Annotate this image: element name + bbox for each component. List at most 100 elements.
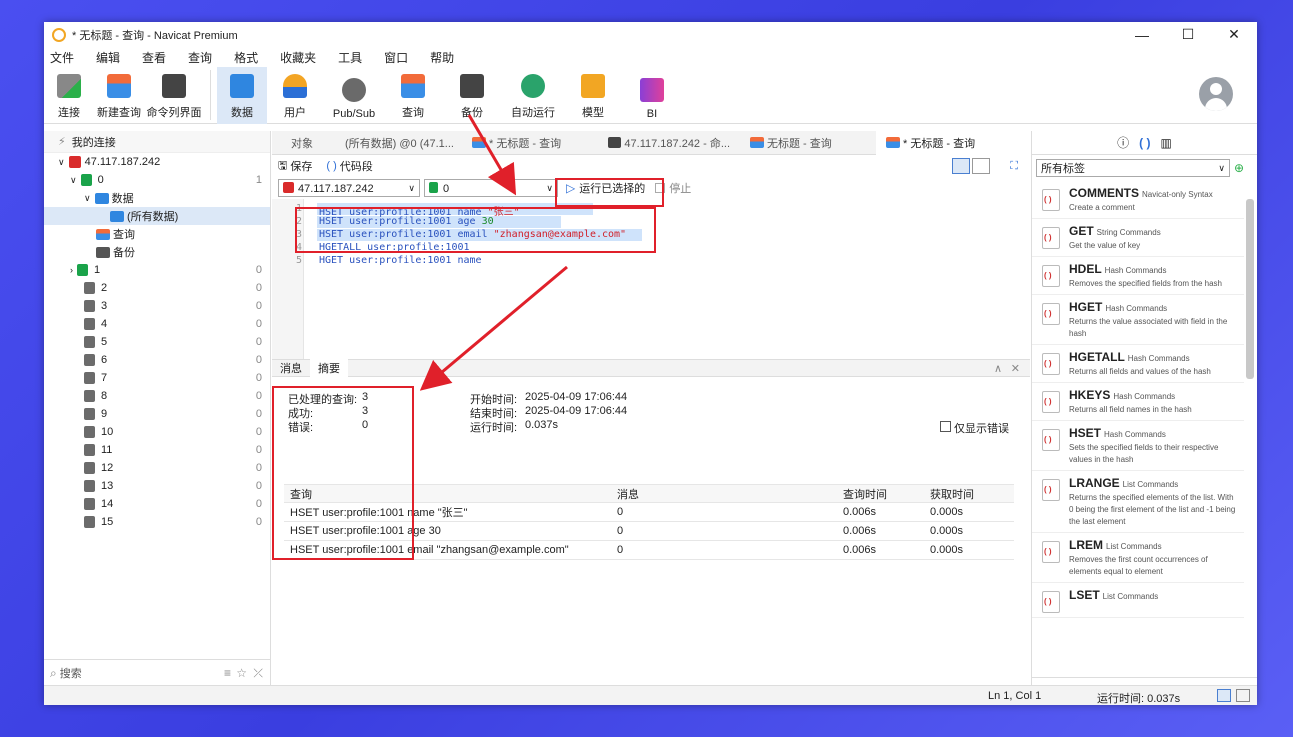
menu-query[interactable]: 查询 xyxy=(188,49,212,66)
tab-query-2[interactable]: 无标题 - 查询 xyxy=(740,131,876,155)
snippet-item[interactable]: HGETALLHash CommandsReturns all fields a… xyxy=(1032,345,1244,383)
tab-objects[interactable]: 对象 xyxy=(272,131,332,155)
user-button[interactable]: 用户 xyxy=(267,67,323,124)
title-bar: * 无标题 - 查询 - Navicat Premium — ☐ ✕ xyxy=(44,22,1257,47)
tree-db-6[interactable]: 60 xyxy=(44,351,270,369)
connect-button[interactable]: 连接 xyxy=(44,67,94,124)
model-button[interactable]: 模型 xyxy=(563,67,623,124)
snippet-item[interactable]: HDELHash CommandsRemoves the specified f… xyxy=(1032,257,1244,295)
panel-toggle-icon[interactable] xyxy=(1217,689,1231,702)
menu-format[interactable]: 格式 xyxy=(234,49,258,66)
tree-db-3[interactable]: 30 xyxy=(44,297,270,315)
tree-data-folder[interactable]: ∨ 数据 xyxy=(44,189,270,207)
menu-tools[interactable]: 工具 xyxy=(338,49,362,66)
snippet-icon xyxy=(1042,303,1060,325)
tree-db-14[interactable]: 14 0 xyxy=(44,495,270,513)
query-icon xyxy=(96,228,110,240)
user-avatar[interactable] xyxy=(1199,77,1233,111)
tree-query[interactable]: 查询 xyxy=(44,225,270,243)
pubsub-button[interactable]: Pub/Sub xyxy=(323,67,385,124)
result-tabs: 消息 摘要 ∧ ✕ xyxy=(272,359,1030,377)
close-icon[interactable]: ✕ xyxy=(1011,362,1020,375)
tree-db-2[interactable]: 20 xyxy=(44,279,270,297)
tree-connection[interactable]: ∨ 47.117.187.242 xyxy=(44,153,270,171)
layout-side-icon[interactable] xyxy=(972,158,990,174)
close-button[interactable]: ✕ xyxy=(1211,22,1257,47)
collapse-icon[interactable]: ⤫ xyxy=(253,666,263,681)
bi-button[interactable]: BI xyxy=(623,67,681,124)
tag-filter-select[interactable]: 所有标签 ∨ xyxy=(1036,159,1230,177)
code-snippet-icon[interactable]: ( ) xyxy=(1139,136,1150,150)
tree-db-0[interactable]: ∨ 0 1 xyxy=(44,171,270,189)
add-snippet-icon[interactable]: ⊕ xyxy=(1234,161,1244,175)
filter-icon[interactable]: ≡ xyxy=(224,666,231,680)
snippet-item[interactable]: LSETList Commands xyxy=(1032,583,1244,618)
tree-backup[interactable]: 备份 xyxy=(44,243,270,261)
chevron-down-icon: ∨ xyxy=(408,182,415,193)
save-button[interactable]: 保存 xyxy=(290,158,312,174)
snippet-item[interactable]: LRANGEList CommandsReturns the specified… xyxy=(1032,471,1244,533)
tab-all-data[interactable]: (所有数据) @0 (47.1... xyxy=(332,131,462,155)
tree-db-9[interactable]: 90 xyxy=(44,405,270,423)
snippet-item[interactable]: HKEYSHash CommandsReturns all field name… xyxy=(1032,383,1244,421)
menu-edit[interactable]: 编辑 xyxy=(96,49,120,66)
tree-db-4[interactable]: 40 xyxy=(44,315,270,333)
snippet-item[interactable]: COMMENTSNavicat-only SyntaxCreate a comm… xyxy=(1032,181,1244,219)
tree-db-13[interactable]: 13 0 xyxy=(44,477,270,495)
star-icon[interactable]: ☆ xyxy=(236,666,247,680)
tree-db-8[interactable]: 80 xyxy=(44,387,270,405)
menu-bar: 文件 编辑 查看 查询 格式 收藏夹 工具 窗口 帮助 xyxy=(44,47,1257,67)
layout-split-icon[interactable] xyxy=(952,158,970,174)
maximize-button[interactable]: ☐ xyxy=(1165,22,1211,47)
bi-chart-icon xyxy=(640,78,664,102)
tree-db-1[interactable]: › 1 0 xyxy=(44,261,270,279)
snippet-item[interactable]: LREMList CommandsRemoves the first count… xyxy=(1032,533,1244,583)
tab-messages[interactable]: 消息 xyxy=(272,359,310,377)
snippet-scrollbar[interactable] xyxy=(1245,181,1255,681)
tree-db-5[interactable]: 50 xyxy=(44,333,270,351)
tab-query-active[interactable]: * 无标题 - 查询 xyxy=(876,130,1030,155)
database-icon xyxy=(84,426,95,438)
database-select[interactable]: 0 ∨ xyxy=(424,179,558,197)
menu-window[interactable]: 窗口 xyxy=(384,49,408,66)
tree-db-10[interactable]: 10 0 xyxy=(44,423,270,441)
tree-all-data[interactable]: (所有数据) xyxy=(44,207,270,225)
info-icon[interactable]: ⓘ xyxy=(1117,134,1129,151)
grid-icon[interactable]: ▥ xyxy=(1161,136,1172,150)
minimize-button[interactable]: — xyxy=(1119,22,1165,47)
menu-favorites[interactable]: 收藏夹 xyxy=(280,49,316,66)
menu-file[interactable]: 文件 xyxy=(50,49,74,66)
plug-icon xyxy=(57,74,81,98)
my-connections-header[interactable]: ⚡ 我的连接 xyxy=(44,131,270,153)
tab-summary[interactable]: 摘要 xyxy=(310,359,348,377)
fullscreen-icon[interactable]: ⛶ xyxy=(1010,160,1018,173)
backup-button[interactable]: 备份 xyxy=(441,67,503,124)
tab-console[interactable]: 47.117.187.242 - 命... xyxy=(598,131,740,155)
snippet-item[interactable]: GETString CommandsGet the value of key xyxy=(1032,219,1244,257)
command-line-button[interactable]: 命令列界面 xyxy=(144,67,204,124)
automation-button[interactable]: 自动运行 xyxy=(503,67,563,124)
tree-db-15[interactable]: 15 0 xyxy=(44,513,270,531)
stop-button[interactable]: 停止 xyxy=(669,180,691,196)
new-query-button[interactable]: 新建查询 xyxy=(94,67,144,124)
data-button[interactable]: 数据 xyxy=(217,67,267,124)
snippet-item[interactable]: HSETHash CommandsSets the specified fiel… xyxy=(1032,421,1244,471)
menu-view[interactable]: 查看 xyxy=(142,49,166,66)
tree-db-7[interactable]: 70 xyxy=(44,369,270,387)
connection-select[interactable]: 47.117.187.242 ∨ xyxy=(278,179,420,197)
snippet-item[interactable]: HGETHash CommandsReturns the value assoc… xyxy=(1032,295,1244,345)
tree-db-12[interactable]: 12 0 xyxy=(44,459,270,477)
panel-toggle-right-icon[interactable] xyxy=(1236,689,1250,702)
query-button[interactable]: 查询 xyxy=(385,67,441,124)
sidebar-search[interactable]: ⌕ 搜索 ≡ ☆ ⤫ xyxy=(44,660,271,686)
database-icon xyxy=(84,480,95,492)
tree-db-11[interactable]: 11 0 xyxy=(44,441,270,459)
database-icon xyxy=(429,181,438,193)
chevron-up-icon[interactable]: ∧ xyxy=(994,362,1002,375)
only-errors-checkbox[interactable] xyxy=(940,421,951,432)
database-icon xyxy=(84,372,95,384)
status-bar: Ln 1, Col 1 运行时间: 0.037s xyxy=(44,685,1257,705)
menu-help[interactable]: 帮助 xyxy=(430,49,454,66)
code-snippet-button[interactable]: 代码段 xyxy=(340,158,373,174)
tab-query-1[interactable]: * 无标题 - 查询 xyxy=(462,131,598,155)
